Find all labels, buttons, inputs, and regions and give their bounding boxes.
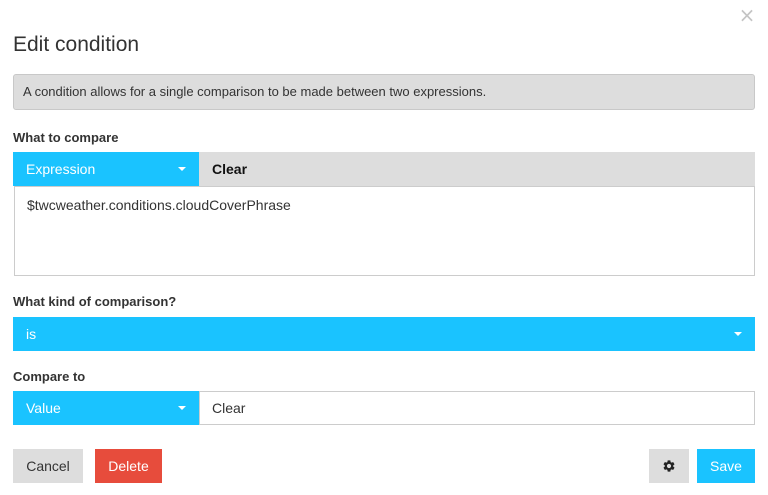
compare-type-select[interactable]: Expression	[13, 152, 199, 186]
settings-button[interactable]	[649, 449, 689, 483]
compare-type-value: Expression	[26, 161, 96, 177]
dialog-title: Edit condition	[13, 33, 140, 56]
compare-to-label: Compare to	[13, 369, 86, 384]
caret-down-icon	[178, 406, 186, 410]
caret-down-icon	[178, 167, 186, 171]
caret-down-icon	[734, 332, 742, 336]
what-to-compare-label: What to compare	[13, 130, 119, 145]
delete-button[interactable]: Delete	[95, 449, 162, 483]
comparison-select[interactable]: is	[13, 317, 755, 351]
edit-condition-dialog: × Edit condition A condition allows for …	[0, 0, 768, 495]
comparison-value: is	[26, 326, 37, 342]
compare-to-type-select[interactable]: Value	[13, 391, 199, 425]
info-message: A condition allows for a single comparis…	[13, 74, 755, 110]
close-icon[interactable]: ×	[736, 4, 758, 26]
save-button[interactable]: Save	[697, 449, 755, 483]
expression-input[interactable]: $twcweather.conditions.cloudCoverPhrase	[14, 186, 755, 276]
clear-button[interactable]: Clear	[199, 152, 755, 186]
compare-to-type-value: Value	[26, 400, 61, 416]
cancel-button[interactable]: Cancel	[13, 449, 83, 483]
comparison-kind-label: What kind of comparison?	[13, 294, 177, 309]
compare-to-value-input[interactable]: Clear	[199, 391, 755, 425]
gear-icon	[663, 460, 675, 472]
